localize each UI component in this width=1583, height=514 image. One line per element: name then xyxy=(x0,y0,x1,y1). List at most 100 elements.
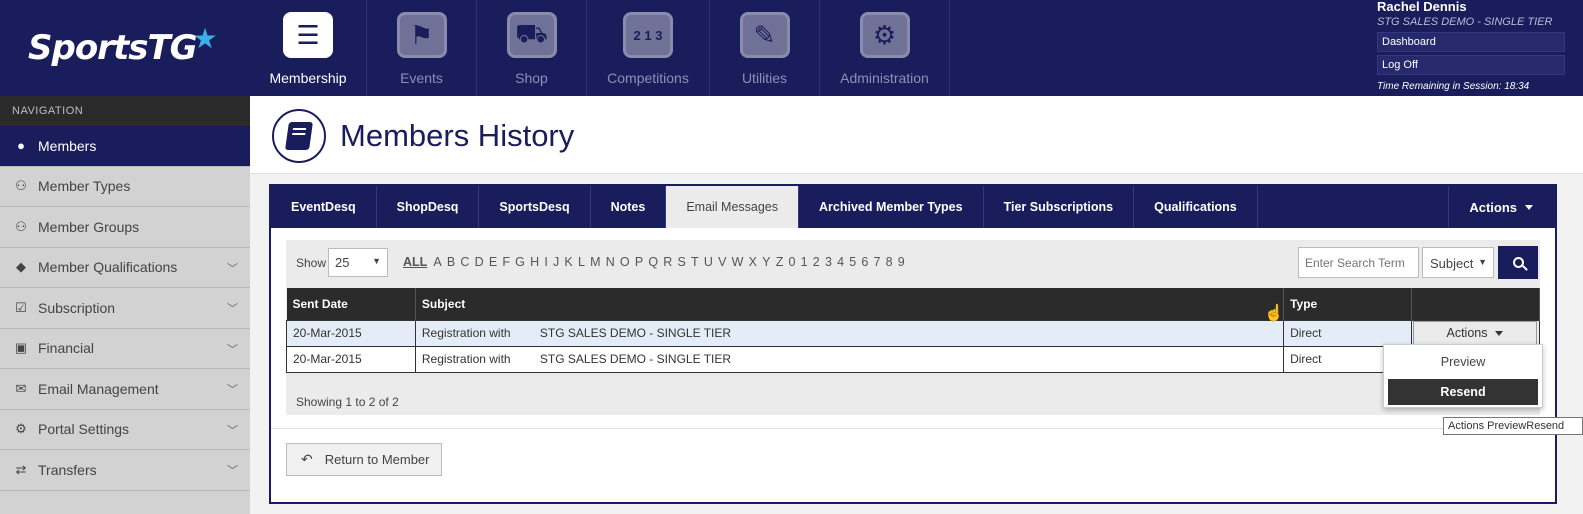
alpha-letter[interactable]: I xyxy=(544,255,547,269)
sidebar-item-transfers[interactable]: ⇄ Transfers ﹀ xyxy=(0,450,250,491)
tab-qualifications[interactable]: Qualifications xyxy=(1134,186,1258,228)
sidebar-item-label: Transfers xyxy=(38,461,97,478)
tab-actions-button[interactable]: Actions xyxy=(1448,186,1555,228)
gear-icon: ⚙ xyxy=(859,12,910,58)
alpha-letter[interactable]: W xyxy=(732,255,744,269)
menu-item-resend[interactable]: Resend xyxy=(1388,379,1538,405)
nav-title: NAVIGATION xyxy=(0,96,250,126)
alpha-letter[interactable]: X xyxy=(749,255,757,269)
alpha-letter[interactable]: 4 xyxy=(837,255,844,269)
tooltip: Actions PreviewResend xyxy=(1443,417,1583,435)
book-icon xyxy=(272,109,326,163)
alpha-letter[interactable]: 9 xyxy=(898,255,905,269)
chevron-down-icon: ﹀ xyxy=(227,424,238,437)
alpha-letter[interactable]: N xyxy=(606,255,615,269)
alpha-letter[interactable]: Y xyxy=(762,255,770,269)
alpha-letter[interactable]: G xyxy=(515,255,525,269)
cell-subject: Registration with STG SALES DEMO - SINGLE… xyxy=(414,345,1285,373)
table-header-row: Sent Date Subject Type xyxy=(286,288,1541,320)
logo[interactable]: SportsTG ★ xyxy=(0,0,250,96)
show-label: Show xyxy=(296,256,327,270)
return-button-label: Return to Member xyxy=(324,452,430,467)
tags-icon: ◆ xyxy=(16,259,26,275)
alpha-letter[interactable]: 8 xyxy=(886,255,893,269)
alpha-letter[interactable]: 2 xyxy=(813,255,820,269)
alpha-letter[interactable]: F xyxy=(502,255,510,269)
sidebar-item-label: Member Qualifications xyxy=(38,259,178,276)
column-header[interactable]: Type xyxy=(1283,288,1412,320)
module-nav: ☰ Membership ⚑ Events ⛟ Shop 2 1 3 Compe… xyxy=(250,0,950,96)
sidebar-item-member-types[interactable]: ⚇ Member Types xyxy=(0,167,250,207)
alpha-letter[interactable]: T xyxy=(691,255,699,269)
module-competitions[interactable]: 2 1 3 Competitions xyxy=(587,0,710,96)
dashboard-link[interactable]: Dashboard xyxy=(1377,32,1565,52)
alpha-filter: ALL A B C D E F G H I J K L M N O P Q R … xyxy=(403,255,910,269)
search-button[interactable] xyxy=(1498,246,1538,279)
sidebar-item-label: Member Groups xyxy=(38,218,140,235)
module-events[interactable]: ⚑ Events xyxy=(367,0,477,96)
logoff-link[interactable]: Log Off xyxy=(1377,55,1565,75)
module-label: Utilities xyxy=(741,70,788,86)
alpha-letter[interactable]: D xyxy=(475,255,484,269)
column-header[interactable]: Subject xyxy=(415,288,1285,320)
column-header xyxy=(1411,288,1541,320)
sidebar-item-member-qualifications[interactable]: ◆ Member Qualifications ﹀ xyxy=(0,248,250,288)
sidebar-item-financial[interactable]: ▣ Financial ﹀ xyxy=(0,329,250,369)
sidebar-item-members[interactable]: ● Members xyxy=(0,126,250,167)
alpha-letter[interactable]: C xyxy=(460,255,469,269)
alpha-letter[interactable]: Z xyxy=(776,255,784,269)
module-membership[interactable]: ☰ Membership xyxy=(250,0,367,96)
alpha-letter[interactable]: M xyxy=(590,255,600,269)
search-field-select[interactable]: Subject ▼ xyxy=(1422,247,1494,278)
alpha-letter[interactable]: 3 xyxy=(825,255,832,269)
sidebar-item-email-management[interactable]: ✉ Email Management ﹀ xyxy=(0,369,250,410)
alpha-letter[interactable]: U xyxy=(704,255,713,269)
user-name: Rachel Dennis xyxy=(1377,0,1467,14)
tab-bar: EventDesq ShopDesq SportsDesq Notes Emai… xyxy=(271,186,1555,228)
alpha-letter[interactable]: Q xyxy=(648,255,658,269)
alpha-letter[interactable]: S xyxy=(678,255,686,269)
alpha-letter[interactable]: R xyxy=(663,255,672,269)
tab-notes[interactable]: Notes xyxy=(591,186,667,228)
alpha-letter[interactable]: H xyxy=(530,255,539,269)
page-size-select[interactable]: 25 ▼ xyxy=(328,248,388,277)
alpha-letter[interactable]: 5 xyxy=(849,255,856,269)
menu-item-preview[interactable]: Preview xyxy=(1388,349,1538,375)
return-to-member-button[interactable]: ↶ Return to Member xyxy=(286,443,442,476)
module-administration[interactable]: ⚙ Administration xyxy=(820,0,950,96)
alpha-letter[interactable]: J xyxy=(553,255,559,269)
sidebar-item-subscription[interactable]: ☑ Subscription ﹀ xyxy=(0,288,250,329)
alpha-letter[interactable]: K xyxy=(564,255,572,269)
alpha-letter[interactable]: A xyxy=(433,255,441,269)
alpha-letter[interactable]: V xyxy=(718,255,726,269)
alpha-letter[interactable]: B xyxy=(447,255,455,269)
table-row[interactable]: 20-Mar-2015 Registration with STG SALES D… xyxy=(286,345,1540,373)
module-utilities[interactable]: ✎ Utilities xyxy=(710,0,820,96)
alpha-letter[interactable]: 7 xyxy=(874,255,881,269)
tab-shopdesq[interactable]: ShopDesq xyxy=(377,186,480,228)
alpha-letter[interactable]: 6 xyxy=(861,255,868,269)
alpha-all[interactable]: ALL xyxy=(403,255,427,269)
alpha-letter[interactable]: P xyxy=(635,255,643,269)
row-actions-button[interactable]: Actions xyxy=(1412,321,1537,345)
column-header[interactable]: Sent Date xyxy=(286,288,416,320)
alpha-letter[interactable]: L xyxy=(578,255,585,269)
alpha-letter[interactable]: E xyxy=(489,255,497,269)
tab-email-messages[interactable]: Email Messages xyxy=(666,186,800,228)
dropdown-arrow-icon: ▼ xyxy=(372,256,381,266)
search-input[interactable] xyxy=(1298,247,1419,278)
table-row[interactable]: 20-Mar-2015 Registration with STG SALES D… xyxy=(286,319,1541,347)
tab-tier-subscriptions[interactable]: Tier Subscriptions xyxy=(984,186,1135,228)
alpha-letter[interactable]: 0 xyxy=(789,255,796,269)
session-timer: Time Remaining in Session: 18:34 xyxy=(1377,81,1530,92)
tab-archived-member-types[interactable]: Archived Member Types xyxy=(799,186,984,228)
tab-sportsdesq[interactable]: SportsDesq xyxy=(479,186,591,228)
actions-dropdown-menu: Preview Resend xyxy=(1383,344,1543,408)
sidebar-item-portal-settings[interactable]: ⚙ Portal Settings ﹀ xyxy=(0,410,250,450)
star-icon: ★ xyxy=(192,22,218,54)
tab-eventdesq[interactable]: EventDesq xyxy=(271,186,377,228)
sidebar-item-member-groups[interactable]: ⚇ Member Groups xyxy=(0,207,250,248)
alpha-letter[interactable]: O xyxy=(620,255,630,269)
alpha-letter[interactable]: 1 xyxy=(801,255,808,269)
module-shop[interactable]: ⛟ Shop xyxy=(477,0,587,96)
